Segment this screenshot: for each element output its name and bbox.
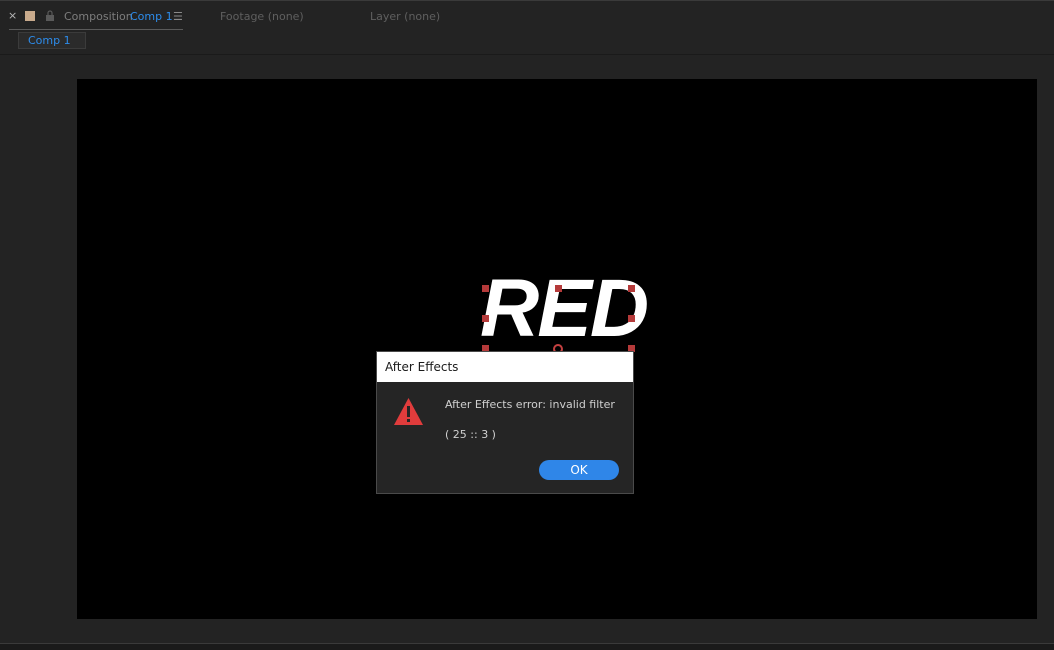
text-layer[interactable]: RED: [480, 268, 649, 350]
tab-composition-name[interactable]: Comp 1: [130, 10, 173, 23]
composition-canvas[interactable]: RED: [77, 79, 1037, 619]
breadcrumb: Comp 1: [0, 30, 1054, 55]
tab-layer[interactable]: Layer (none): [370, 10, 440, 23]
transform-handle[interactable]: [482, 315, 489, 322]
transform-handle[interactable]: [482, 285, 489, 292]
label-color-icon: [25, 11, 35, 21]
tab-composition-prefix: Composition: [64, 10, 133, 23]
viewer-footer-bar: [0, 643, 1054, 650]
transform-handle[interactable]: [628, 285, 635, 292]
after-effects-window: × Composition Comp 1 ☰ Footage (none) La…: [0, 0, 1054, 650]
dialog-title: After Effects: [377, 352, 633, 382]
error-dialog: After Effects After Effects error: inval…: [376, 351, 634, 494]
warning-icon: [394, 398, 423, 425]
composition-viewer[interactable]: RED: [0, 55, 1054, 643]
tab-footage[interactable]: Footage (none): [220, 10, 304, 23]
transform-handle[interactable]: [628, 315, 635, 322]
dialog-error-code: ( 25 :: 3 ): [445, 428, 496, 441]
panel-tab-bar: × Composition Comp 1 ☰ Footage (none) La…: [0, 0, 1054, 31]
breadcrumb-comp[interactable]: Comp 1: [18, 32, 86, 49]
close-tab-icon[interactable]: ×: [8, 10, 17, 22]
transform-handle[interactable]: [555, 285, 562, 292]
panel-menu-icon[interactable]: ☰: [173, 10, 183, 23]
ok-button[interactable]: OK: [539, 460, 619, 480]
lock-icon[interactable]: [45, 10, 55, 22]
dialog-message: After Effects error: invalid filter: [445, 398, 615, 411]
